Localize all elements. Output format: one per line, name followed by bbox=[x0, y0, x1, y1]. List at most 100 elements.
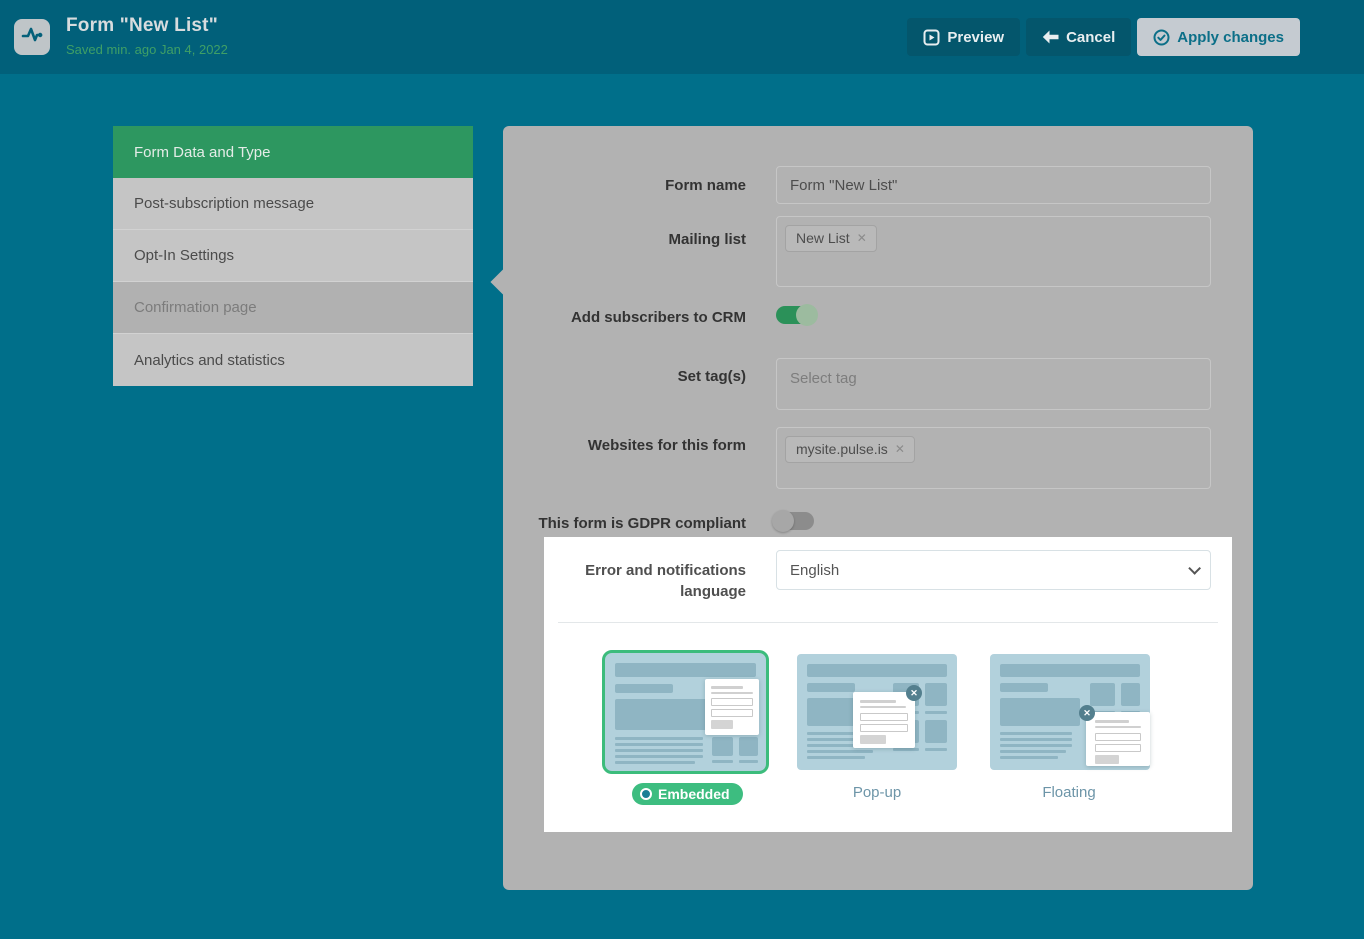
mock-card-input bbox=[711, 709, 753, 717]
panel-pointer bbox=[490, 266, 521, 297]
set-tags-placeholder: Select tag bbox=[777, 359, 1210, 398]
form-type-popup-label[interactable]: Pop-up bbox=[827, 784, 927, 801]
section-divider bbox=[558, 622, 1218, 623]
toggle-knob bbox=[796, 304, 818, 326]
embedded-label: Embedded bbox=[658, 786, 730, 802]
save-status: Saved min. ago Jan 4, 2022 bbox=[66, 42, 228, 57]
mock-embedded-form-card bbox=[705, 679, 759, 735]
form-type-popup-thumbnail[interactable]: ✕ bbox=[797, 654, 957, 770]
sidebar-item-label: Opt-In Settings bbox=[134, 247, 234, 264]
form-name-input[interactable] bbox=[776, 166, 1211, 204]
mock-text-line bbox=[739, 760, 758, 763]
crm-toggle[interactable] bbox=[776, 306, 814, 324]
preview-icon bbox=[923, 29, 940, 46]
mock-text-line bbox=[1000, 744, 1072, 747]
page-title: Form "New List" bbox=[66, 15, 228, 37]
sidebar-item-confirmation-page[interactable]: Confirmation page bbox=[113, 282, 473, 334]
mock-image-block bbox=[712, 737, 733, 756]
sidebar-item-label: Post-subscription message bbox=[134, 195, 314, 212]
mock-image-block bbox=[925, 720, 947, 743]
mock-text-line bbox=[1000, 738, 1072, 741]
mock-card-input bbox=[1095, 744, 1141, 752]
mock-card-line bbox=[1095, 720, 1129, 723]
language-label: Error and notifications language bbox=[544, 560, 746, 602]
mock-card-line bbox=[711, 686, 743, 689]
crm-label: Add subscribers to CRM bbox=[503, 308, 746, 327]
form-name-label: Form name bbox=[503, 176, 746, 195]
sidebar-item-analytics-and-statistics[interactable]: Analytics and statistics bbox=[113, 334, 473, 386]
sidebar-item-opt-in-settings[interactable]: Opt-In Settings bbox=[113, 230, 473, 282]
language-label-line2: language bbox=[544, 581, 746, 602]
mock-content-block bbox=[615, 699, 715, 730]
preview-button[interactable]: Preview bbox=[907, 18, 1020, 56]
mock-image-block bbox=[1121, 683, 1140, 706]
close-icon: ✕ bbox=[1079, 705, 1095, 721]
apply-changes-button[interactable]: Apply changes bbox=[1137, 18, 1300, 56]
mock-card-line bbox=[1095, 726, 1141, 728]
header-actions: Preview Cancel Apply changes bbox=[907, 18, 1300, 56]
mock-text-line bbox=[615, 755, 703, 758]
mock-card-input bbox=[1095, 733, 1141, 741]
cancel-label: Cancel bbox=[1066, 29, 1115, 46]
mock-card-input bbox=[711, 698, 753, 706]
mock-card-line bbox=[860, 700, 896, 703]
mock-text-line bbox=[1000, 732, 1072, 735]
mock-text-line bbox=[615, 761, 695, 764]
preview-label: Preview bbox=[947, 29, 1004, 46]
form-type-embedded-thumbnail[interactable] bbox=[602, 650, 769, 774]
app-root: Form "New List" Saved min. ago Jan 4, 20… bbox=[0, 0, 1364, 939]
mock-text-line bbox=[893, 748, 919, 751]
highlighted-section: Error and notifications language English bbox=[544, 537, 1232, 832]
language-select[interactable]: English bbox=[776, 550, 1211, 590]
mailing-list-tag: New List ✕ bbox=[785, 225, 877, 252]
mock-card-line bbox=[860, 706, 906, 708]
header-titles: Form "New List" Saved min. ago Jan 4, 20… bbox=[66, 15, 228, 57]
mock-image-block bbox=[739, 737, 758, 756]
mock-text-line bbox=[712, 760, 733, 763]
website-tag: mysite.pulse.is ✕ bbox=[785, 436, 915, 463]
form-type-floating-label[interactable]: Floating bbox=[1019, 784, 1119, 801]
cancel-button[interactable]: Cancel bbox=[1026, 18, 1131, 56]
mock-header-bar bbox=[807, 664, 947, 677]
language-label-line1: Error and notifications bbox=[544, 560, 746, 581]
mailing-list-field[interactable]: New List ✕ bbox=[776, 216, 1211, 287]
mock-text-line bbox=[807, 756, 865, 759]
set-tags-label: Set tag(s) bbox=[503, 367, 746, 386]
mock-popup-form-card: ✕ bbox=[853, 692, 915, 748]
websites-field[interactable]: mysite.pulse.is ✕ bbox=[776, 427, 1211, 489]
settings-sidebar: Form Data and Type Post-subscription mes… bbox=[113, 126, 473, 386]
mock-image-block bbox=[925, 683, 947, 706]
mock-header-bar bbox=[615, 663, 756, 677]
pulse-icon bbox=[20, 23, 44, 52]
mock-card-button bbox=[711, 720, 733, 729]
mock-subtitle-bar bbox=[615, 684, 673, 693]
mock-text-line bbox=[615, 749, 703, 752]
mock-text-line bbox=[615, 743, 703, 746]
mock-text-line bbox=[925, 711, 947, 714]
mock-card-input bbox=[860, 724, 908, 732]
arrow-left-icon bbox=[1042, 30, 1059, 44]
sidebar-item-post-subscription-message[interactable]: Post-subscription message bbox=[113, 178, 473, 230]
mock-text-line bbox=[807, 750, 873, 753]
mock-content-block bbox=[1000, 698, 1080, 726]
set-tags-field[interactable]: Select tag bbox=[776, 358, 1211, 410]
top-header: Form "New List" Saved min. ago Jan 4, 20… bbox=[0, 0, 1364, 74]
gdpr-toggle[interactable] bbox=[776, 512, 814, 530]
tag-remove-icon[interactable]: ✕ bbox=[895, 443, 905, 455]
mock-subtitle-bar bbox=[1000, 683, 1048, 692]
app-logo[interactable] bbox=[14, 19, 50, 55]
mock-text-line bbox=[615, 737, 703, 740]
mock-image-block bbox=[1090, 683, 1115, 706]
mock-card-line bbox=[711, 692, 753, 694]
form-type-embedded-badge[interactable]: Embedded bbox=[632, 783, 743, 805]
form-type-floating-thumbnail[interactable]: ✕ bbox=[990, 654, 1150, 770]
sidebar-item-form-data-and-type[interactable]: Form Data and Type bbox=[113, 126, 473, 178]
toggle-knob bbox=[772, 510, 794, 532]
radio-circle-icon bbox=[640, 788, 652, 800]
check-circle-icon bbox=[1153, 29, 1170, 46]
mock-text-line bbox=[925, 748, 947, 751]
form-settings-panel: Form name Mailing list New List ✕ Add su… bbox=[503, 126, 1253, 890]
mailing-list-label: Mailing list bbox=[503, 230, 746, 249]
tag-label: New List bbox=[796, 230, 850, 246]
tag-remove-icon[interactable]: ✕ bbox=[857, 232, 867, 244]
